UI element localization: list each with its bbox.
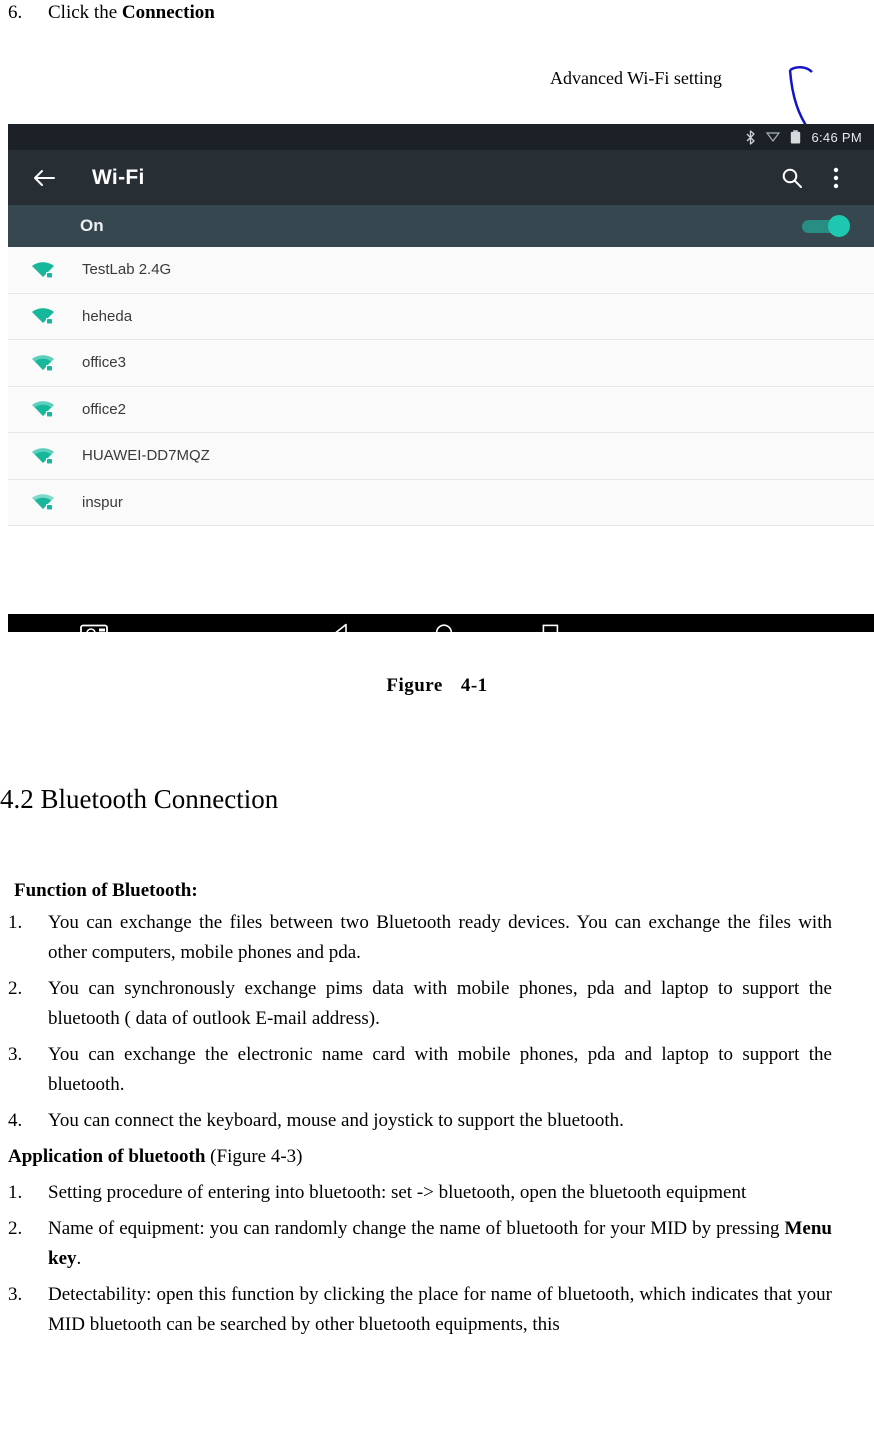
list-item-text: Setting procedure of entering into bluet… <box>48 1182 747 1203</box>
wifi-toggle-row[interactable]: On <box>8 205 874 247</box>
wifi-ssid: heheda <box>82 307 133 325</box>
list-item[interactable]: office2 <box>8 387 874 433</box>
list-item-text: You can synchronously exchange pims data… <box>48 978 832 1029</box>
nav-home-circle-icon[interactable] <box>435 624 453 632</box>
list-item[interactable]: office3 <box>8 340 874 387</box>
list-item-text-before: Name of equipment: you can randomly chan… <box>48 1218 785 1239</box>
bluetooth-icon <box>745 129 756 145</box>
list-item-number: 3. <box>8 1044 23 1065</box>
wifi-ssid: TestLab 2.4G <box>82 261 172 279</box>
page-title: 4.2 Bluetooth Connection <box>0 784 279 814</box>
list-item-number: 2. <box>8 978 23 999</box>
wifi-ssid: office3 <box>82 354 126 372</box>
list-item-text: You can exchange the electronic name car… <box>48 1044 832 1095</box>
search-icon[interactable] <box>770 167 814 189</box>
wifi-signal-icon <box>30 399 82 419</box>
list-item: 2. You can synchronously exchange pims d… <box>0 974 874 1034</box>
nav-recents-square-icon[interactable] <box>542 624 559 632</box>
list-item-number: 3. <box>8 1284 23 1305</box>
list-item-text-after: . <box>76 1248 82 1269</box>
list-item: 1. You can exchange the files between tw… <box>0 908 874 968</box>
application-lead-bold: Application of bluetooth <box>8 1146 206 1167</box>
wifi-ssid: office2 <box>82 400 126 418</box>
wifi-signal-icon <box>30 306 82 326</box>
wifi-signal-icon <box>30 353 82 373</box>
list-item-number: 4. <box>8 1110 23 1131</box>
wifi-toggle-label: On <box>80 216 104 235</box>
battery-icon <box>790 130 801 144</box>
wifi-signal-icon <box>30 492 82 512</box>
wifi-toggle-switch[interactable] <box>796 215 850 237</box>
step-6: 6. Click the Connection <box>0 0 874 26</box>
wifi-signal-icon <box>30 260 82 280</box>
figure-label: Figure <box>386 675 443 696</box>
list-item[interactable]: TestLab 2.4G <box>8 247 874 294</box>
wifi-ssid: inspur <box>82 493 123 511</box>
list-item[interactable]: inspur <box>8 480 874 526</box>
list-item-number: 1. <box>8 1182 23 1203</box>
list-item[interactable]: heheda <box>8 294 874 340</box>
list-item-text: Detectability: open this function by cli… <box>48 1284 832 1335</box>
switch-thumb <box>828 215 850 237</box>
wifi-signal-icon <box>30 446 82 466</box>
step-6-text-bold: Connection <box>121 2 215 23</box>
list-item-number: 2. <box>8 1218 23 1239</box>
application-section-lead: Application of bluetooth (Figure 4-3) <box>0 1142 874 1172</box>
list-item: 4. You can connect the keyboard, mouse a… <box>0 1106 874 1136</box>
navigation-bar <box>8 614 874 632</box>
back-arrow-icon[interactable] <box>24 168 64 188</box>
nav-back-triangle-icon[interactable] <box>333 623 351 632</box>
step-6-text-before: Click the <box>48 2 122 23</box>
list-item: 3. Detectability: open this function by … <box>0 1280 874 1340</box>
list-item[interactable]: HUAWEI-DD7MQZ <box>8 433 874 480</box>
list-item: 1. Setting procedure of entering into bl… <box>0 1178 874 1208</box>
figure-number: 4-1 <box>460 675 488 696</box>
figure-caption: Figure 4-1 <box>0 675 874 697</box>
application-lead-rest: (Figure 4-3) <box>205 1146 303 1167</box>
list-item-number: 1. <box>8 912 23 933</box>
wifi-ssid: HUAWEI-DD7MQZ <box>82 447 210 465</box>
status-bar: 6:46 PM <box>8 124 874 150</box>
list-item-text: Name of equipment: you can randomly chan… <box>48 1214 874 1274</box>
screenshot-camera-icon[interactable] <box>80 622 110 632</box>
function-section-lead: Function of Bluetooth: <box>14 880 198 901</box>
step-6-text: Click the Connection <box>48 0 874 26</box>
list-item: 3. You can exchange the electronic name … <box>0 1040 874 1100</box>
step-6-number: 6. <box>8 2 23 23</box>
list-item-text: You can exchange the files between two B… <box>48 912 832 963</box>
list-item: 2. Name of equipment: you can randomly c… <box>0 1214 874 1274</box>
tablet-screenshot: 6:46 PM Wi-Fi On TestLab 2.4G heheda off… <box>8 124 874 632</box>
cast-icon <box>766 131 781 143</box>
action-bar-title: Wi-Fi <box>92 165 145 189</box>
list-item-text: You can connect the keyboard, mouse and … <box>48 1110 624 1131</box>
status-bar-time: 6:46 PM <box>811 129 862 145</box>
function-of-bluetooth-section: Function of Bluetooth: 1. You can exchan… <box>0 880 874 1340</box>
callout-label: Advanced Wi-Fi setting <box>550 68 722 88</box>
overflow-menu-icon[interactable] <box>814 166 858 190</box>
list-empty-area <box>8 526 874 614</box>
action-bar: Wi-Fi <box>8 150 874 205</box>
wifi-network-list: TestLab 2.4G heheda office3 office2 HUAW… <box>8 247 874 526</box>
